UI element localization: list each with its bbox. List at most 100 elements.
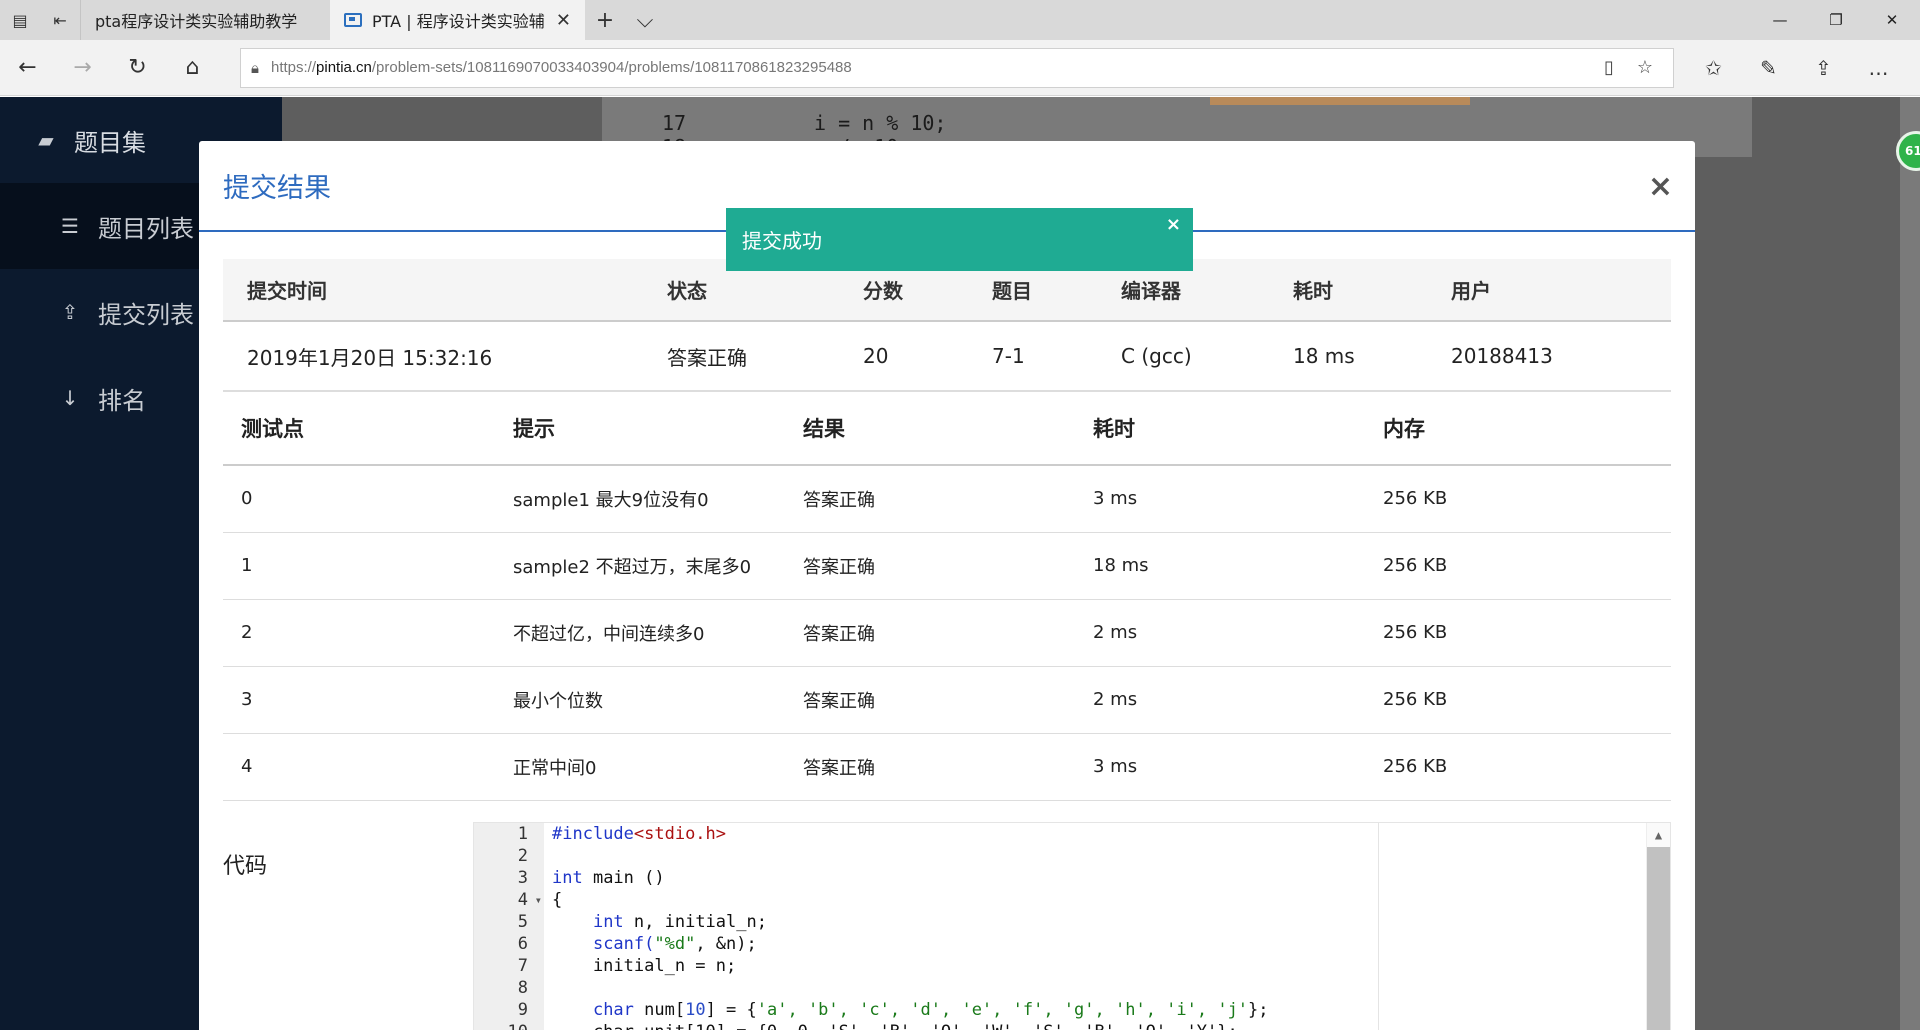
print-margin bbox=[1378, 823, 1379, 1030]
test-point: 1 bbox=[223, 532, 513, 600]
col-header-hint: 提示 bbox=[513, 391, 803, 466]
code-scrollbar[interactable]: ▲ bbox=[1646, 823, 1670, 1030]
background-bar bbox=[1210, 97, 1470, 105]
col-header-user: 用户 bbox=[1451, 259, 1671, 322]
col-header-submit-time: 提交时间 bbox=[223, 259, 667, 322]
tab-list-chevron-icon[interactable]: ⌵ bbox=[625, 0, 665, 40]
code-line: char unit[10] = {0, 0, 'S', 'B', 'Q', 'W… bbox=[552, 1021, 1382, 1030]
memory: 256 KB bbox=[1383, 733, 1671, 801]
favorites-icon[interactable]: ✩ bbox=[1686, 56, 1741, 80]
submission-result-modal: 提交结果 × 提交时间 状态 分数 题目 编译器 耗时 用户 2019年1月20… bbox=[199, 141, 1695, 1030]
result: 答案正确 bbox=[803, 666, 1093, 734]
time: 18 ms bbox=[1093, 532, 1383, 600]
line-number-gutter: 1 2 3 4 5 6 7 8 9 10 bbox=[474, 823, 544, 1030]
memory: 256 KB bbox=[1383, 465, 1671, 533]
pen-icon[interactable]: ✎ bbox=[1741, 56, 1796, 80]
tab-title: PTA | 程序设计类实验辅 bbox=[372, 12, 545, 31]
forward-button[interactable]: → bbox=[55, 40, 110, 96]
table-row: 2019年1月20日 15:32:16 答案正确 20 7-1 C (gcc) … bbox=[223, 321, 1671, 392]
code-viewer[interactable]: 1 2 3 4 5 6 7 8 9 10 #include<stdio.h> i… bbox=[473, 822, 1671, 1030]
tab-title: pta程序设计类实验辅助教学 bbox=[95, 12, 298, 31]
toast-message: 提交成功 bbox=[742, 229, 822, 253]
more-icon[interactable]: … bbox=[1851, 56, 1906, 80]
scroll-up-icon[interactable]: ▲ bbox=[1647, 823, 1670, 847]
modal-title: 提交结果 bbox=[223, 173, 331, 204]
browser-tab-active[interactable]: PTA | 程序设计类实验辅 ✕ bbox=[330, 0, 585, 40]
table-row: 4 正常中间0 答案正确 3 ms 256 KB bbox=[223, 733, 1671, 801]
elapsed-time: 18 ms bbox=[1293, 321, 1451, 392]
lock-icon: 🔒︎ bbox=[251, 58, 259, 77]
browser-toolbar: ← → ↻ ⌂ 🔒︎ https://pintia.cn/problem-set… bbox=[0, 40, 1920, 96]
code-line: initial_n = n; bbox=[552, 956, 737, 976]
success-toast: 提交成功 × bbox=[726, 208, 1193, 271]
code-line: int n, initial_n; bbox=[592, 912, 767, 932]
close-icon[interactable]: × bbox=[1648, 169, 1673, 204]
test-point: 3 bbox=[223, 666, 513, 734]
restore-button[interactable]: ❐ bbox=[1808, 0, 1864, 40]
browser-tab[interactable]: pta程序设计类实验辅助教学 bbox=[80, 0, 330, 40]
result: 答案正确 bbox=[803, 465, 1093, 533]
reading-view-icon[interactable]: ▯ bbox=[1591, 57, 1627, 78]
col-header-test-point: 测试点 bbox=[223, 391, 513, 466]
col-header-memory: 内存 bbox=[1383, 391, 1671, 466]
hint: 最小个位数 bbox=[513, 666, 803, 734]
scroll-thumb[interactable] bbox=[1647, 847, 1670, 1030]
share-icon[interactable]: ⇪ bbox=[1796, 56, 1851, 80]
problem-id: 7-1 bbox=[992, 321, 1121, 392]
set-aside-tabs-icon[interactable]: ⇤ bbox=[40, 0, 80, 40]
minimize-button[interactable]: — bbox=[1752, 0, 1808, 40]
test-point: 2 bbox=[223, 599, 513, 667]
close-icon[interactable]: × bbox=[1166, 214, 1181, 235]
upload-icon: ⇪ bbox=[61, 300, 79, 324]
tab-manager-icon[interactable]: ▤ bbox=[0, 0, 40, 40]
new-tab-button[interactable]: + bbox=[585, 0, 625, 40]
window-controls: — ❐ ✕ bbox=[1752, 0, 1920, 40]
page-scrollbar[interactable] bbox=[1900, 97, 1920, 1030]
code-line: #include<stdio.h> bbox=[552, 824, 727, 844]
result: 答案正确 bbox=[803, 599, 1093, 667]
hint: 不超过亿，中间连续多0 bbox=[513, 599, 803, 667]
submit-time: 2019年1月20日 15:32:16 bbox=[223, 321, 667, 392]
close-tab-icon[interactable]: ✕ bbox=[556, 10, 571, 31]
close-window-button[interactable]: ✕ bbox=[1864, 0, 1920, 40]
memory: 256 KB bbox=[1383, 666, 1671, 734]
table-row: 2 不超过亿，中间连续多0 答案正确 2 ms 256 KB bbox=[223, 599, 1671, 667]
time: 2 ms bbox=[1093, 599, 1383, 667]
browser-tab-bar: ▤ ⇤ pta程序设计类实验辅助教学 PTA | 程序设计类实验辅 ✕ + ⌵ … bbox=[0, 0, 1920, 40]
score: 20 bbox=[863, 321, 992, 392]
sort-numeric-icon: ↓ bbox=[61, 386, 79, 410]
url-text[interactable]: https://pintia.cn/problem-sets/108116907… bbox=[271, 59, 1591, 76]
col-header-result: 结果 bbox=[803, 391, 1093, 466]
table-row: 0 sample1 最大9位没有0 答案正确 3 ms 256 KB bbox=[223, 465, 1671, 533]
browser-right-tools: ✩ ✎ ⇪ … bbox=[1686, 56, 1906, 80]
book-icon: ▰ bbox=[38, 128, 54, 152]
address-bar[interactable]: 🔒︎ https://pintia.cn/problem-sets/108116… bbox=[240, 47, 1674, 88]
test-point: 0 bbox=[223, 465, 513, 533]
user-id[interactable]: 20188413 bbox=[1451, 321, 1671, 392]
col-header-time: 耗时 bbox=[1293, 259, 1451, 322]
favorite-star-icon[interactable]: ☆ bbox=[1627, 57, 1663, 78]
submission-summary-table: 提交时间 状态 分数 题目 编译器 耗时 用户 2019年1月20日 15:32… bbox=[223, 259, 1671, 392]
result: 答案正确 bbox=[803, 733, 1093, 801]
code-line: char num[10] = {'a', 'b', 'c', 'd', 'e',… bbox=[592, 1000, 1269, 1020]
table-row: 1 sample2 不超过万，末尾多0 答案正确 18 ms 256 KB bbox=[223, 532, 1671, 600]
time: 3 ms bbox=[1093, 465, 1383, 533]
fold-toggle[interactable]: 4 bbox=[474, 889, 544, 911]
code-line: int main () bbox=[552, 868, 665, 888]
back-button[interactable]: ← bbox=[0, 40, 55, 96]
home-button[interactable]: ⌂ bbox=[165, 40, 220, 96]
result: 答案正确 bbox=[803, 532, 1093, 600]
test-case-table: 测试点 提示 结果 耗时 内存 0 sample1 最大9位没有0 答案正确 3… bbox=[223, 391, 1671, 801]
col-header-time: 耗时 bbox=[1093, 391, 1383, 466]
hint: sample2 不超过万，末尾多0 bbox=[513, 532, 803, 600]
hint: 正常中间0 bbox=[513, 733, 803, 801]
web-page: 1718 i = n % 10;n /= 10; 61 ▰ 题目集 ☰ 题目列表… bbox=[0, 97, 1920, 1030]
table-row: 3 最小个位数 答案正确 2 ms 256 KB bbox=[223, 666, 1671, 734]
time: 2 ms bbox=[1093, 666, 1383, 734]
time: 3 ms bbox=[1093, 733, 1383, 801]
code-line: { bbox=[552, 890, 563, 910]
refresh-button[interactable]: ↻ bbox=[110, 40, 165, 96]
compiler: C (gcc) bbox=[1121, 321, 1293, 392]
test-point: 4 bbox=[223, 733, 513, 801]
